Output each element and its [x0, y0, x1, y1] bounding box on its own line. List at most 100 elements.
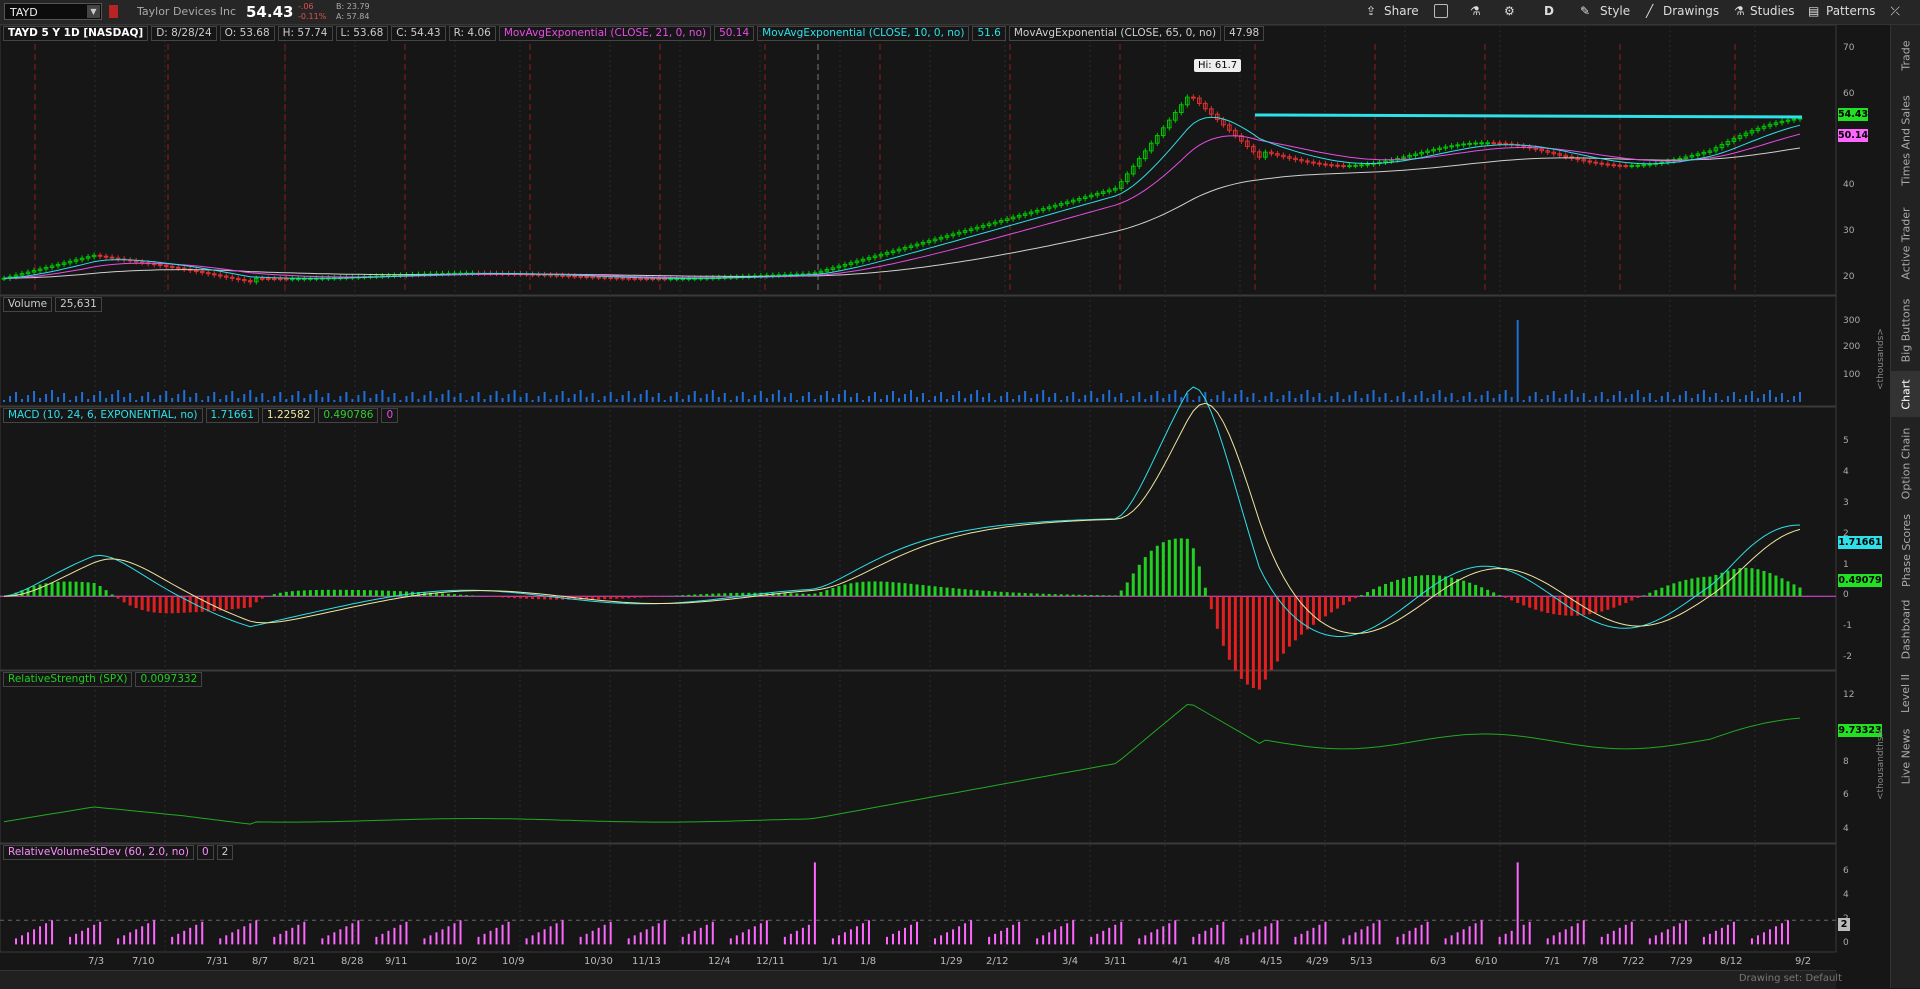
macd-hist-bar [351, 590, 354, 596]
volume-bar [75, 396, 77, 402]
volume-bar [526, 393, 528, 402]
tab-trade[interactable]: Trade [1891, 30, 1920, 80]
rv-bar [81, 931, 83, 945]
volume-bar [460, 393, 462, 402]
ema21-label[interactable]: MovAvgExponential (CLOSE, 21, 0, no) [499, 26, 711, 41]
tab-times-and-sales[interactable]: Times And Sales [1891, 85, 1920, 195]
x-tick-label: 4/29 [1306, 956, 1328, 967]
rv-bar [15, 938, 17, 944]
macd-hist-bar [1348, 596, 1351, 601]
candle-body [1606, 164, 1610, 165]
candle-body [1612, 165, 1616, 166]
tab-active-trader[interactable]: Active Trader [1891, 197, 1920, 289]
candle-body [639, 278, 643, 279]
tab-big-buttons[interactable]: Big Buttons [1891, 291, 1920, 369]
macd-hist-bar [1168, 540, 1171, 596]
volume-bar [484, 399, 486, 402]
volume-bar [1138, 392, 1140, 402]
candle-body [285, 279, 289, 280]
macd-hist-bar [1768, 573, 1771, 596]
volume-bar [1769, 390, 1771, 402]
volume-bar [598, 400, 600, 402]
ema65-label[interactable]: MovAvgExponential (CLOSE, 65, 0, no) [1009, 26, 1221, 41]
rv-bar [1577, 923, 1579, 944]
macd-hist-bar [675, 595, 678, 596]
macd-hist-bar [916, 584, 919, 596]
close-icon[interactable]: ⤫ [1890, 4, 1900, 19]
candle-body [555, 275, 559, 276]
rv-bar [129, 932, 131, 944]
macd-hist-bar [1426, 575, 1429, 596]
macd-title[interactable]: MACD (10, 24, 6, EXPONENTIAL, no) [3, 408, 203, 423]
rv-bar [796, 931, 798, 945]
macd-hist-bar [807, 594, 810, 596]
chart-scrollbar[interactable] [0, 970, 1836, 989]
macd-hist-bar [867, 581, 870, 596]
macd-hist-bar [1030, 593, 1033, 596]
volume-bar [670, 396, 672, 402]
rv-bar [447, 926, 449, 944]
tab-level-ii[interactable]: Level II [1891, 667, 1920, 719]
candle-body [615, 278, 619, 279]
ema10-label[interactable]: MovAvgExponential (CLOSE, 10, 0, no) [757, 26, 969, 41]
macd-hist-bar [819, 592, 822, 596]
panel-bg [0, 407, 1836, 670]
rv-bar [375, 937, 377, 945]
volume-bar [478, 392, 480, 402]
rv-bar [856, 926, 858, 944]
rv-bar [1108, 928, 1110, 945]
volume-bar [1463, 396, 1465, 402]
macd-hist-bar [1186, 539, 1189, 597]
tab-option-chain[interactable]: Option Chain [1891, 419, 1920, 507]
rs-title[interactable]: RelativeStrength (SPX) [3, 672, 132, 687]
candle-body [1324, 164, 1328, 165]
rv-bar [1631, 922, 1633, 945]
tab-chart[interactable]: Chart [1891, 371, 1920, 417]
volume-bar [273, 396, 275, 402]
rv-bar [694, 931, 696, 945]
tab-phase-scores[interactable]: Phase Scores [1891, 509, 1920, 591]
volume-bar [856, 393, 858, 402]
tab-dashboard[interactable]: Dashboard [1891, 593, 1920, 665]
volume-bar [928, 400, 930, 402]
rv-bar [201, 922, 203, 945]
candle-body [291, 279, 295, 280]
rv-bar [1721, 928, 1723, 945]
macd-hist-bar [1558, 596, 1561, 615]
volume-bar [1306, 390, 1308, 402]
rv-bar [1192, 937, 1194, 945]
volume-bar [1126, 400, 1128, 402]
macd-hist-bar [976, 590, 979, 596]
macd-hist-bar [1546, 596, 1549, 613]
volume-bar [69, 400, 71, 402]
macd-hist-bar [1444, 576, 1447, 596]
candle-body [633, 278, 637, 279]
volume-bar [1276, 399, 1278, 402]
macd-hist-bar [303, 590, 306, 596]
panel-bg [0, 296, 1836, 406]
rv-bar [484, 934, 486, 945]
rv-bar [1403, 934, 1405, 945]
rv-title[interactable]: RelativeVolumeStDev (60, 2.0, no) [3, 845, 194, 860]
rv-bar [285, 931, 287, 945]
volume-bar [1342, 399, 1344, 402]
volume-bar [1667, 392, 1669, 402]
volume-bar [508, 394, 510, 402]
macd-hist-bar [1084, 595, 1087, 596]
x-tick-label: 7/10 [132, 956, 154, 967]
rv-bar [381, 934, 383, 945]
candle-body [266, 278, 270, 279]
tab-live-news[interactable]: Live News [1891, 721, 1920, 791]
volume-bar [1691, 398, 1693, 402]
volume-bar [1330, 396, 1332, 402]
candle-body [1642, 165, 1646, 166]
volume-bar [1373, 390, 1375, 402]
volume-bar [1799, 392, 1801, 402]
rv-bar [339, 929, 341, 944]
macd-hist-bar [801, 594, 804, 597]
chart-canvas[interactable] [0, 0, 1890, 988]
volume-bar [520, 397, 522, 402]
volume-title[interactable]: Volume [3, 297, 52, 312]
volume-bar [1084, 395, 1086, 402]
rv-bar [237, 929, 239, 944]
